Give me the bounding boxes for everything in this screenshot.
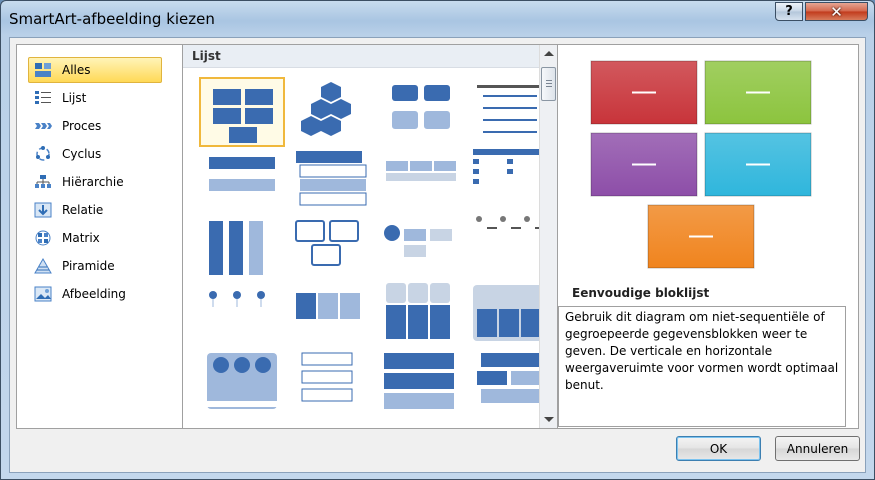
dialog-title: SmartArt-afbeelding kiezen: [9, 10, 215, 28]
layout-thumbnail[interactable]: [378, 281, 464, 351]
hierarchy-icon: [33, 173, 53, 191]
cancel-button[interactable]: Annuleren: [775, 436, 860, 461]
layout-thumbnail[interactable]: [288, 145, 374, 215]
category-label: Matrix: [62, 231, 100, 245]
list-icon: [33, 89, 53, 107]
layout-thumbnail[interactable]: [288, 213, 374, 283]
relationship-icon: [33, 201, 53, 219]
layout-thumbnail[interactable]: [288, 349, 374, 419]
dialog-client: Alles Lijst Proces Cyclus Hiërarchie Relatie M…: [9, 37, 866, 473]
pyramid-icon: [33, 257, 53, 275]
gallery-section-title: Lijst: [192, 49, 221, 63]
layout-thumbnail[interactable]: [378, 145, 464, 215]
preview-title: Eenvoudige bloklijst: [572, 286, 710, 300]
layout-thumbnail[interactable]: [378, 77, 464, 147]
category-item[interactable]: Piramide: [28, 253, 162, 279]
layout-gallery: Lijst: [183, 45, 558, 428]
gallery-scrollbar[interactable]: [539, 45, 557, 428]
layout-thumbnail[interactable]: [378, 213, 464, 283]
preview-pane: Eenvoudige bloklijst Gebruik dit diagram…: [558, 45, 858, 428]
layout-thumbnail[interactable]: [288, 281, 374, 351]
close-button[interactable]: ✕: [805, 2, 868, 21]
title-bar: SmartArt-afbeelding kiezen ? ✕: [1, 1, 874, 37]
layout-thumbnail[interactable]: [288, 77, 374, 147]
category-label: Alles: [62, 63, 91, 77]
preview-description: Gebruik dit diagram om niet-sequentiële …: [558, 306, 846, 427]
category-label: Proces: [62, 119, 102, 133]
layout-thumbnail[interactable]: [199, 145, 285, 215]
scroll-down-icon[interactable]: [544, 417, 554, 422]
category-label: Lijst: [62, 91, 87, 105]
category-label: Piramide: [62, 259, 115, 273]
layout-thumbnail[interactable]: [199, 281, 285, 351]
category-item[interactable]: Cyclus: [28, 141, 162, 167]
category-label: Hiërarchie: [62, 175, 124, 189]
layout-thumbnail[interactable]: [199, 213, 285, 283]
all-icon: [33, 61, 53, 79]
dialog-window: SmartArt-afbeelding kiezen ? ✕ Alles Lijs…: [0, 0, 875, 480]
category-item[interactable]: Afbeelding: [28, 281, 162, 307]
layout-thumbnail[interactable]: [199, 77, 285, 147]
category-item[interactable]: Matrix: [28, 225, 162, 251]
ok-button[interactable]: OK: [676, 436, 761, 461]
category-label: Relatie: [62, 203, 104, 217]
scroll-up-icon[interactable]: [544, 51, 554, 56]
category-item[interactable]: Proces: [28, 113, 162, 139]
preview-diagram: [590, 60, 812, 269]
layout-thumbnail[interactable]: [378, 349, 464, 419]
layout-thumbnail[interactable]: [199, 349, 285, 419]
matrix-icon: [33, 229, 53, 247]
help-button[interactable]: ?: [775, 2, 803, 21]
category-list: Alles Lijst Proces Cyclus Hiërarchie Relatie M…: [17, 45, 183, 428]
picture-icon: [33, 285, 53, 303]
process-icon: [33, 117, 53, 135]
cycle-icon: [33, 145, 53, 163]
category-item[interactable]: Hiërarchie: [28, 169, 162, 195]
category-item[interactable]: Lijst: [28, 85, 162, 111]
gallery-section-header: Lijst: [183, 45, 539, 68]
category-label: Cyclus: [62, 147, 102, 161]
category-label: Afbeelding: [62, 287, 126, 301]
scroll-thumb[interactable]: [541, 67, 556, 101]
category-item[interactable]: Alles: [28, 57, 162, 83]
category-item[interactable]: Relatie: [28, 197, 162, 223]
content-frame: Alles Lijst Proces Cyclus Hiërarchie Relatie M…: [16, 44, 859, 429]
